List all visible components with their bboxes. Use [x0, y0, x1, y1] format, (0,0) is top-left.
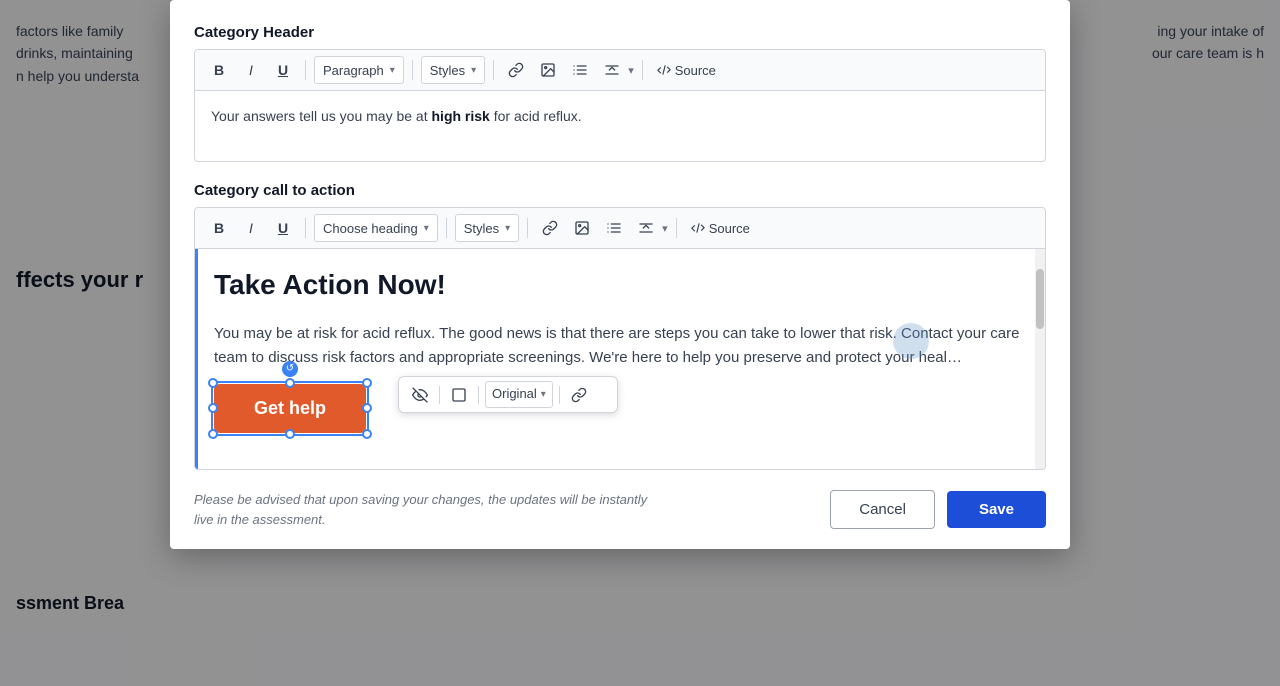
indent-icon-1: [604, 62, 620, 78]
chevron-icon-styles-1: ▾: [471, 65, 476, 76]
list-icon-1: [572, 62, 588, 78]
modal-footer: Please be advised that upon saving your …: [194, 490, 1046, 529]
category-cta-editor: B I U Choose heading ▾ Styles ▾: [194, 207, 1046, 470]
link-btn-1[interactable]: [502, 56, 530, 84]
content-text-before-1: Your answers tell us you may be at: [211, 108, 432, 124]
italic-btn-1[interactable]: I: [237, 56, 265, 84]
floating-divider-3: [559, 386, 560, 404]
section2-label: Category call to action: [194, 182, 1046, 199]
divider-2a: [305, 218, 306, 238]
link-icon-2: [542, 220, 558, 236]
divider-2d: [676, 218, 677, 238]
chevron-icon-1: ▾: [390, 65, 395, 76]
chevron-icon-styles-2: ▾: [505, 223, 510, 234]
link-btn-2[interactable]: [536, 214, 564, 242]
divider-2c: [527, 218, 528, 238]
toolbar-2: B I U Choose heading ▾ Styles ▾: [195, 208, 1045, 249]
indent-btn-2[interactable]: [632, 214, 660, 242]
link-icon-1: [508, 62, 524, 78]
image-btn-1[interactable]: [534, 56, 562, 84]
divider-1b: [412, 60, 413, 80]
editor-scrollbar[interactable]: [1035, 249, 1045, 469]
indent-chevron-2[interactable]: ▾: [662, 222, 668, 235]
image-icon-1: [540, 62, 556, 78]
chevron-icon-heading-2: ▾: [424, 223, 429, 234]
content-text-bold-1: high risk: [432, 108, 490, 124]
styles-select-2[interactable]: Styles ▾: [455, 214, 519, 242]
floating-resize-btn[interactable]: [446, 384, 472, 406]
editor-heading: Take Action Now!: [214, 263, 1029, 308]
floating-chevron: ▾: [541, 387, 546, 403]
source-icon-2: [691, 221, 705, 235]
divider-2b: [446, 218, 447, 238]
save-button[interactable]: Save: [947, 491, 1046, 528]
cursor-circle: [893, 323, 929, 359]
toolbar-1: B I U Paragraph ▾ Styles ▾: [195, 50, 1045, 91]
footer-buttons: Cancel Save: [830, 490, 1046, 529]
cta-button[interactable]: Get help: [214, 384, 366, 433]
bold-btn-1[interactable]: B: [205, 56, 233, 84]
floating-link-btn[interactable]: [566, 384, 592, 406]
floating-divider-1: [439, 386, 440, 404]
divider-1a: [305, 60, 306, 80]
list-btn-2[interactable]: [600, 214, 628, 242]
indent-chevron-1[interactable]: ▾: [628, 64, 634, 77]
list-btn-1[interactable]: [566, 56, 594, 84]
chain-link-icon: [571, 387, 587, 403]
source-btn-1[interactable]: Source: [651, 56, 722, 84]
floating-toolbar: Original ▾: [398, 376, 618, 413]
image-btn-2[interactable]: [568, 214, 596, 242]
editor-modal: Category Header B I U Paragraph ▾ Styles…: [170, 0, 1070, 549]
floating-hide-btn[interactable]: [407, 384, 433, 406]
resize-icon: [451, 387, 467, 403]
underline-btn-2[interactable]: U: [269, 214, 297, 242]
divider-1c: [493, 60, 494, 80]
floating-size-select[interactable]: Original ▾: [485, 381, 553, 408]
paragraph-select-1[interactable]: Paragraph ▾: [314, 56, 404, 84]
indent-btn-1[interactable]: [598, 56, 626, 84]
advisory-text: Please be advised that upon saving your …: [194, 490, 654, 529]
source-btn-2[interactable]: Source: [685, 214, 756, 242]
source-icon-1: [657, 63, 671, 77]
eye-off-icon: [412, 387, 428, 403]
content-text-after-1: for acid reflux.: [490, 108, 582, 124]
bold-btn-2[interactable]: B: [205, 214, 233, 242]
image-icon-2: [574, 220, 590, 236]
editor-content-2[interactable]: Take Action Now! You may be at risk for …: [195, 249, 1045, 469]
indent-group-2: ▾: [632, 214, 668, 242]
cta-button-wrapper[interactable]: Get help ↺: [214, 384, 366, 433]
underline-btn-1[interactable]: U: [269, 56, 297, 84]
scrollbar-thumb: [1036, 269, 1044, 329]
italic-btn-2[interactable]: I: [237, 214, 265, 242]
cancel-button[interactable]: Cancel: [830, 490, 935, 529]
category-header-editor: B I U Paragraph ▾ Styles ▾: [194, 49, 1046, 162]
section1-label: Category Header: [194, 24, 1046, 41]
list-icon-2: [606, 220, 622, 236]
divider-1d: [642, 60, 643, 80]
indent-icon-2: [638, 220, 654, 236]
floating-divider-2: [478, 386, 479, 404]
heading-select-2[interactable]: Choose heading ▾: [314, 214, 438, 242]
styles-select-1[interactable]: Styles ▾: [421, 56, 485, 84]
editor-content-1[interactable]: Your answers tell us you may be at high …: [195, 91, 1045, 161]
indent-group-1: ▾: [598, 56, 634, 84]
